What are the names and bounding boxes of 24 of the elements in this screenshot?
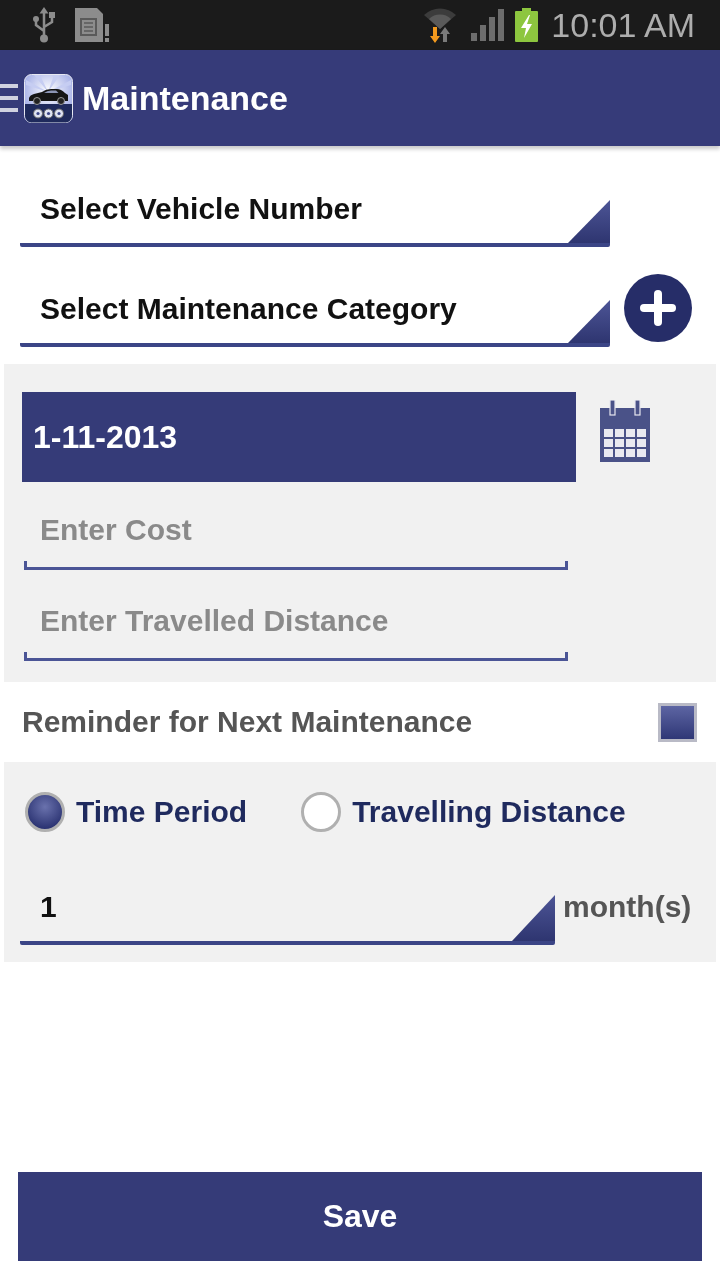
battery-charging-icon [515,8,539,42]
wifi-icon [423,7,458,43]
car-logo-icon [24,73,73,123]
date-field[interactable]: 1-11-2013 [22,392,576,482]
checkbox[interactable] [658,702,697,742]
save-button[interactable]: Save [18,1172,702,1261]
dropdown[interactable]: Select Vehicle Number [20,187,610,247]
radio-option[interactable]: Time Period [25,792,248,832]
dropdown[interactable]: Select Maintenance Category [20,287,610,347]
radio-option[interactable]: Travelling Distance [301,792,626,832]
screen-title: Maintenance [82,78,288,118]
sd-card-icon [75,7,109,43]
reminder-label: Reminder for Next Maintenance [22,704,473,740]
corner-triangle-icon [568,300,610,343]
calendar-icon[interactable] [600,400,650,462]
corner-triangle-icon [568,200,610,243]
interval-dropdown[interactable]: 1 [20,885,555,945]
corner-triangle-icon [512,895,555,941]
usb-icon [30,7,58,43]
unit-label: month(s) [563,889,692,924]
plus-icon [640,290,676,326]
signal-icon [471,9,506,41]
menu-icon[interactable] [0,84,18,112]
status-time: 10:01 AM [551,5,695,45]
